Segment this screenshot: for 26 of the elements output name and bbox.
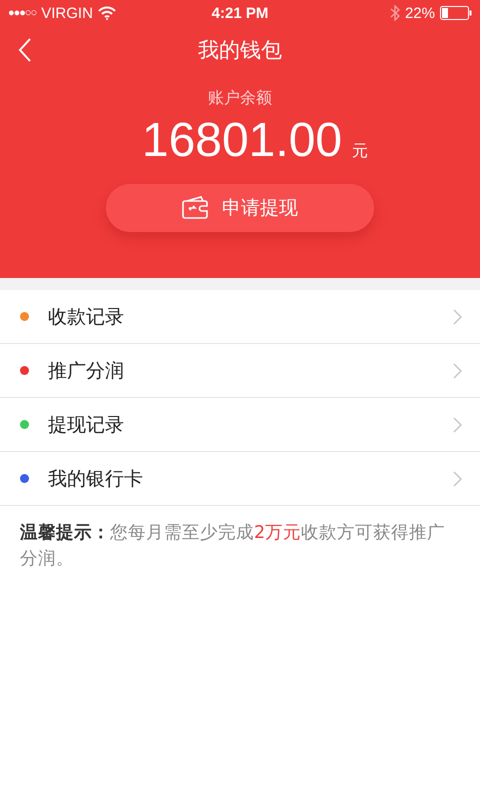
carrier-name: VIRGIN (41, 4, 93, 22)
balance-label: 账户余额 (208, 88, 272, 109)
balance-amount: 16801.00 (142, 113, 342, 168)
chevron-icon (453, 470, 462, 486)
status-time: 4:21 PM (212, 4, 268, 22)
tip-text: 温馨提示：您每月需至少完成2万元收款方可获得推广分润。 (20, 522, 446, 571)
currency-unit: 元 (352, 141, 368, 162)
chevron-icon (453, 308, 462, 324)
bluetooth-icon (390, 5, 400, 21)
menu-item[interactable]: 推广分润 (0, 344, 480, 398)
menu-label: 推广分润 (48, 358, 125, 384)
menu-label: 我的银行卡 (48, 466, 144, 492)
wifi-icon (98, 6, 116, 20)
battery-icon (440, 6, 472, 20)
menu-item[interactable]: 提现记录 (0, 398, 480, 452)
battery-percent: 22% (404, 4, 435, 22)
menu-label: 提现记录 (48, 412, 125, 438)
wallet-icon (182, 196, 210, 220)
menu-item[interactable]: 收款记录 (0, 290, 480, 344)
menu-label: 收款记录 (48, 304, 125, 330)
chevron-icon (453, 362, 462, 378)
back-icon[interactable] (18, 38, 32, 62)
chevron-icon (453, 416, 462, 432)
signal-icon: ●●●○○ (8, 7, 36, 19)
menu-item[interactable]: 我的银行卡 (0, 452, 480, 506)
page-title: 我的钱包 (198, 37, 282, 64)
